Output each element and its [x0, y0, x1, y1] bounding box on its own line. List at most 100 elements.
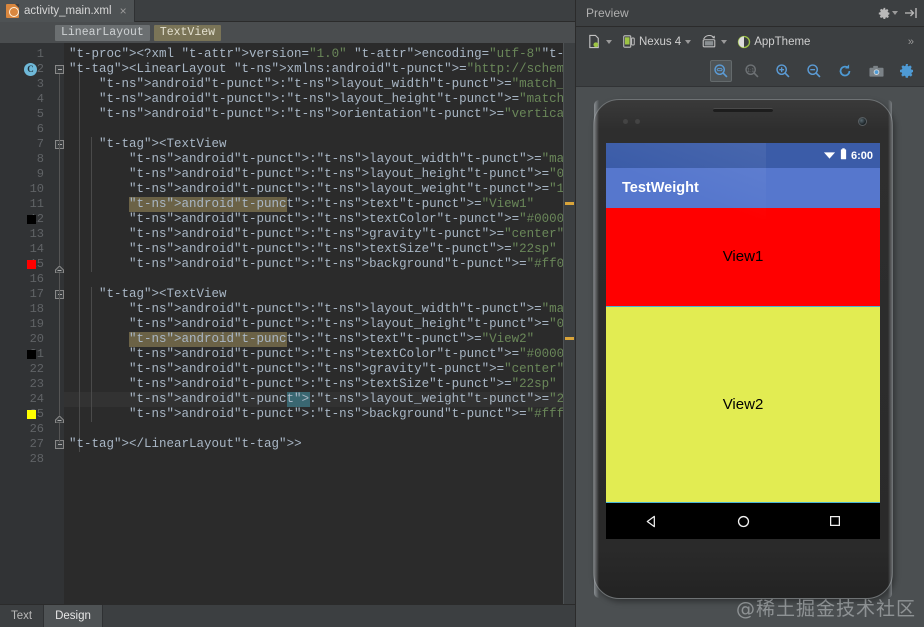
code-line[interactable]: "t-ns">android"t-punct">:"t-ns">textSize… [69, 242, 557, 257]
code-folding-strip[interactable] [52, 43, 64, 604]
code-line[interactable]: "t-ns">android"t-punct">:"t-ns">layout_w… [69, 302, 563, 317]
editor-marker-bar[interactable] [563, 43, 575, 604]
code-line[interactable]: "t-ns">android"t-punct">:"t-ns">layout_h… [69, 317, 563, 332]
line-number: 20 [29, 332, 44, 346]
tab-text[interactable]: Text [0, 605, 45, 627]
line-number: 11 [29, 197, 44, 211]
orientation-icon[interactable] [698, 32, 730, 51]
code-line[interactable]: "t-tag"><TextView [69, 137, 227, 152]
editor-gutter[interactable]: 1 2 3 4 5 6 7 8 9 10 11 12 13 14 15 16 17 18 19 20 21 22 23 24 2… [0, 43, 75, 604]
fold-end-icon[interactable] [55, 260, 64, 274]
bezel-highlight-right [888, 100, 892, 598]
preview-view2[interactable]: View2 [606, 305, 880, 503]
file-tab-activity-main-xml[interactable]: activity_main.xml × [0, 0, 135, 22]
zoom-to-fit-icon[interactable] [710, 60, 732, 82]
android-navigation-bar [606, 503, 880, 539]
code-line[interactable]: "t-ns">android"t-punct">:"t-ns">layout_w… [69, 182, 563, 197]
preview-view1[interactable]: View1 [606, 208, 880, 306]
line-number: 14 [29, 242, 44, 256]
preview-title: Preview [586, 6, 629, 20]
code-line[interactable]: "t-tag"><TextView [69, 287, 227, 302]
line-number: 1 [36, 47, 44, 61]
preview-pane: Preview Nexus 4 AppTheme » 1:1 6:00 Test… [575, 0, 924, 627]
earpiece-speaker [713, 108, 773, 112]
color-swatch-gutter-icon[interactable] [27, 410, 36, 419]
breadcrumb-item-textview[interactable]: TextView [153, 24, 222, 41]
front-camera-icon [858, 117, 867, 126]
line-number: 17 [29, 287, 44, 301]
android-studio-window: activity_main.xml × LinearLayout TextVie… [0, 0, 924, 627]
device-config-icon[interactable] [584, 32, 615, 51]
chevron-down-icon[interactable] [685, 39, 692, 44]
code-line[interactable]: "t-ns">android"t-punct">:"t-ns">textColo… [69, 347, 563, 362]
code-line[interactable]: "t-ns">android"t-punct">:"t-ns">gravity"… [69, 362, 563, 377]
android-status-bar: 6:00 [606, 143, 880, 168]
code-line[interactable]: "t-ns">android"t-punct">:"t-ns">layout_w… [69, 77, 563, 92]
line-number: 6 [36, 122, 44, 136]
code-line[interactable]: "t-ns">android"t-punct">:"t-ns">layout_w… [69, 152, 563, 167]
code-line[interactable]: "t-ns">android"t-punct">:"t-ns">backgrou… [69, 257, 563, 272]
line-number: 5 [36, 107, 44, 121]
color-swatch-gutter-icon[interactable] [27, 350, 36, 359]
preview-zoom-toolbar: 1:1 [576, 56, 924, 87]
editor-marker[interactable] [565, 337, 574, 340]
wifi-icon [823, 147, 836, 165]
close-icon[interactable]: × [120, 5, 127, 17]
line-number: 7 [36, 137, 44, 151]
fold-end-icon[interactable] [55, 410, 64, 424]
zoom-in-icon[interactable] [772, 60, 794, 82]
bezel-highlight-left [594, 100, 599, 598]
fold-toggle-icon[interactable] [55, 65, 64, 74]
editor-marker[interactable] [565, 202, 574, 205]
screenshot-icon[interactable] [865, 60, 887, 82]
code-line[interactable]: "t-tag"></LinearLayout"t-tag">> [69, 437, 302, 452]
code-text-area[interactable]: "t-proc"><?xml "t-attr">version="1.0" "t… [64, 43, 563, 604]
chevron-down-icon[interactable] [721, 39, 728, 44]
code-line[interactable]: "t-tag"><LinearLayout "t-ns">xmlns:andro… [69, 62, 563, 77]
gear-icon[interactable] [878, 7, 898, 20]
code-line[interactable]: "t-ns">android"t-punct">:"t-ns">gravity"… [69, 227, 563, 242]
line-number: 23 [29, 377, 44, 391]
tab-design[interactable]: Design [44, 605, 103, 627]
toolbar-overflow-icon[interactable]: » [908, 36, 916, 48]
device-label: Nexus 4 [639, 35, 682, 48]
line-number: 28 [29, 452, 44, 466]
code-line[interactable]: "t-ns">android"t-punct">:"t-ns">textColo… [69, 212, 563, 227]
code-line[interactable]: "t-ns">android"t-punct">:"t-ns">text"t-p… [69, 332, 534, 347]
zoom-out-icon[interactable] [803, 60, 825, 82]
home-circle-icon[interactable] [736, 514, 751, 529]
line-number: 8 [36, 152, 44, 166]
device-selector[interactable]: Nexus 4 [619, 32, 694, 51]
device-screen[interactable]: 6:00 TestWeight View1 View2 [606, 143, 880, 539]
status-bar-clock: 6:00 [850, 149, 873, 162]
mode-tabs-filler [103, 605, 575, 627]
breadcrumb-item-linearlayout[interactable]: LinearLayout [55, 24, 150, 41]
light-sensor-icon [635, 119, 640, 124]
code-line[interactable]: "t-ns">android"t-punct">:"t-ns">text"t-p… [69, 197, 534, 212]
color-swatch-gutter-icon[interactable] [27, 260, 36, 269]
chevron-down-icon[interactable] [606, 39, 612, 44]
code-line[interactable]: "t-ns">android"t-punct">:"t-ns">layout_w… [69, 392, 563, 407]
back-triangle-icon[interactable] [644, 514, 659, 529]
device-preview-canvas[interactable]: 6:00 TestWeight View1 View2 @稀土掘金技术社区 [576, 87, 924, 627]
line-number: 10 [29, 182, 44, 196]
class-marker-icon[interactable]: C [24, 63, 37, 76]
recents-square-icon[interactable] [828, 514, 842, 528]
line-number: 2 [36, 62, 44, 76]
hide-panel-icon[interactable] [904, 7, 918, 19]
code-line[interactable]: "t-ns">android"t-punct">:"t-ns">textSize… [69, 377, 557, 392]
breadcrumb: LinearLayout TextView [0, 22, 575, 43]
code-line[interactable]: "t-ns">android"t-punct">:"t-ns">orientat… [69, 107, 563, 122]
code-line[interactable]: "t-ns">android"t-punct">:"t-ns">layout_h… [69, 167, 563, 182]
code-line[interactable]: "t-ns">android"t-punct">:"t-ns">backgrou… [69, 407, 563, 422]
code-line[interactable]: "t-ns">android"t-punct">:"t-ns">layout_h… [69, 92, 563, 107]
zoom-actual-size-icon[interactable]: 1:1 [741, 60, 763, 82]
color-swatch-gutter-icon[interactable] [27, 215, 36, 224]
tab-bar-filler [134, 0, 575, 21]
code-line[interactable]: "t-proc"><?xml "t-attr">version="1.0" "t… [69, 47, 563, 62]
preview-settings-icon[interactable] [896, 60, 918, 82]
code-editor[interactable]: 1 2 3 4 5 6 7 8 9 10 11 12 13 14 15 16 17 18 19 20 21 22 23 24 2… [0, 43, 575, 604]
refresh-icon[interactable] [834, 60, 856, 82]
chevron-down-icon[interactable] [892, 11, 898, 15]
theme-selector[interactable]: AppTheme [734, 33, 813, 51]
